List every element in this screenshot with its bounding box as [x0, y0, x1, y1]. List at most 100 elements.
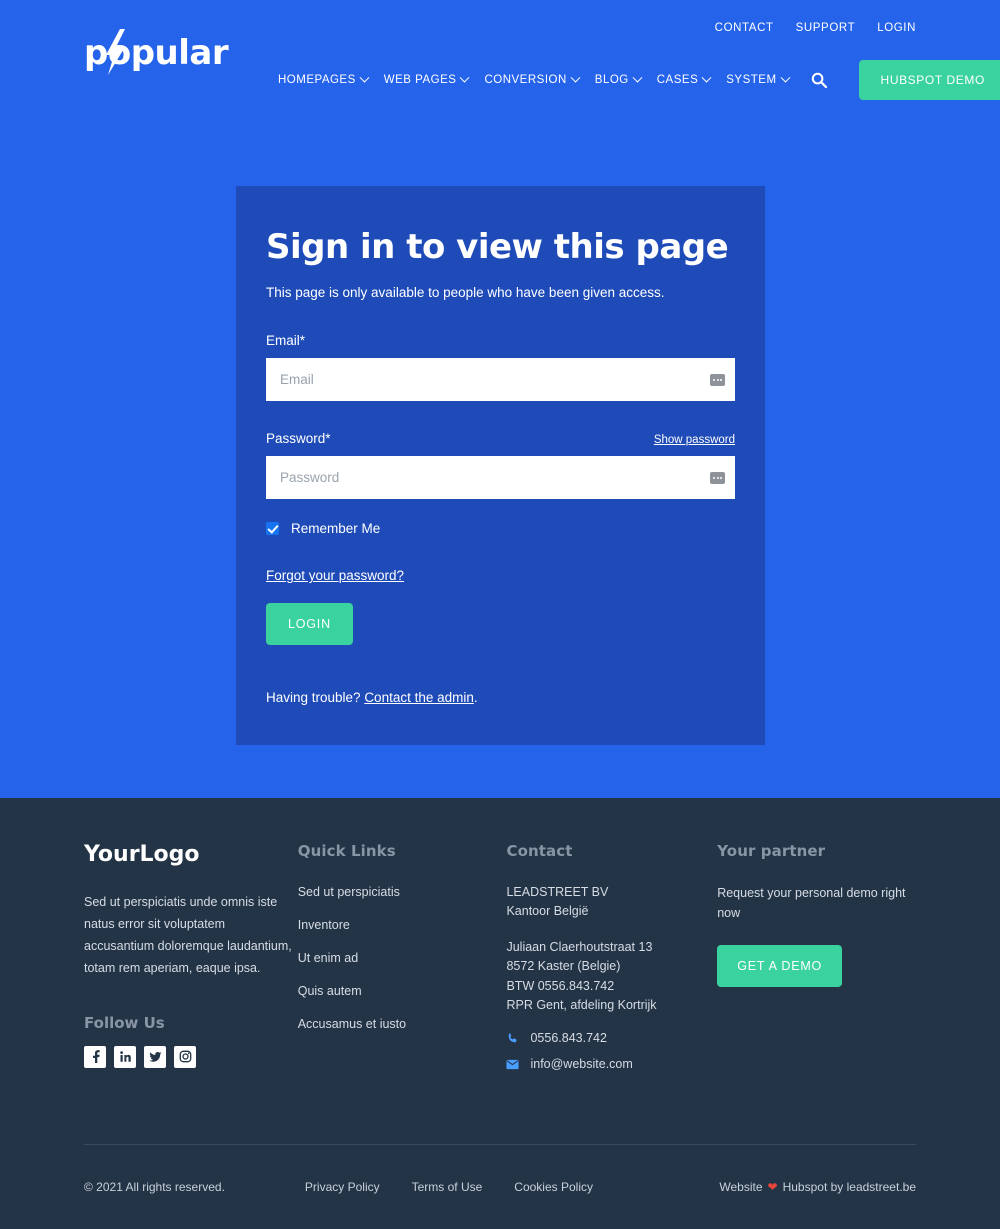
list-item: Accusamus et iusto [298, 1015, 507, 1033]
footer-column-quick-links: Quick Links Sed ut perspiciatis Inventor… [298, 842, 507, 1083]
top-utility-links: CONTACT SUPPORT LOGIN [715, 22, 916, 34]
footer-columns: YourLogo Sed ut perspiciatis unde omnis … [84, 842, 916, 1083]
nav-item-cases[interactable]: CASES [656, 72, 712, 86]
company-block: LEADSTREET BV Kantoor België [506, 883, 717, 922]
footer-logo: YourLogo [84, 842, 200, 867]
phone-number: 0556.843.742 [530, 1031, 607, 1046]
contact-admin-link[interactable]: Contact the admin [364, 690, 474, 705]
footer-column-brand: YourLogo Sed ut perspiciatis unde omnis … [84, 842, 298, 1083]
list-item: Inventore [298, 916, 507, 934]
contact-heading: Contact [506, 842, 573, 860]
nav-item-system[interactable]: SYSTEM [726, 72, 790, 86]
phone-row[interactable]: 0556.843.742 [506, 1031, 717, 1045]
address-line-3: BTW 0556.843.742 [506, 978, 615, 993]
follow-us-heading: Follow Us [84, 1013, 165, 1032]
password-label-row: Password* Show password [266, 431, 735, 446]
list-item: Quis autem [298, 982, 507, 1000]
twitter-icon[interactable] [144, 1045, 166, 1068]
email-icon [506, 1059, 520, 1069]
chevron-down-icon [632, 72, 643, 83]
heart-icon: ❤ [767, 1180, 778, 1194]
credit-suffix: Hubspot by leadstreet.be [782, 1180, 916, 1194]
social-links [84, 1045, 298, 1068]
credit-prefix: Website [719, 1180, 763, 1194]
company-office: Kantoor België [506, 904, 589, 919]
phone-icon [509, 1032, 517, 1043]
email-row[interactable]: info@website.com [506, 1057, 717, 1071]
page-title: Sign in to view this page [266, 227, 729, 267]
facebook-icon[interactable] [84, 1045, 106, 1068]
privacy-policy-link[interactable]: Privacy Policy [305, 1180, 380, 1194]
quick-link-4[interactable]: Accusamus et iusto [298, 1017, 406, 1031]
trouble-suffix: . [473, 690, 478, 706]
terms-of-use-link[interactable]: Terms of Use [412, 1180, 483, 1194]
address-line-4: RPR Gent, afdeling Kortrijk [506, 997, 657, 1012]
nav-item-blog[interactable]: BLOG [594, 72, 643, 86]
nav-item-web-pages[interactable]: WEB PAGES [383, 72, 470, 86]
get-a-demo-button[interactable]: GET A DEMO [717, 945, 843, 987]
instagram-icon[interactable] [174, 1045, 196, 1068]
site-logo[interactable]: popular [84, 29, 229, 75]
footer-description: Sed ut perspiciatis unde omnis iste natu… [84, 895, 292, 975]
password-field-wrapper [266, 456, 735, 500]
chevron-down-icon [780, 72, 790, 83]
address-line-1: Juliaan Claerhoutstraat 13 [506, 939, 653, 954]
list-item: Ut enim ad [298, 949, 507, 967]
login-button[interactable]: LOGIN [266, 603, 353, 646]
lightning-bolt-icon [106, 29, 125, 75]
list-item: Sed ut perspiciatis [298, 883, 507, 901]
quick-link-2[interactable]: Ut enim ad [298, 951, 358, 965]
company-name: LEADSTREET BV [506, 885, 609, 899]
quick-link-3[interactable]: Quis autem [298, 984, 362, 998]
autofill-keyboard-icon[interactable] [710, 471, 725, 484]
password-input[interactable] [266, 456, 735, 500]
nav-label-conversion: CONVERSION [484, 74, 567, 86]
remember-me-label: Remember Me [291, 521, 381, 537]
nav-label-cases: CASES [656, 74, 699, 86]
top-link-login[interactable]: LOGIN [877, 22, 916, 34]
site-footer: YourLogo Sed ut perspiciatis unde omnis … [0, 798, 1000, 1229]
quick-link-1[interactable]: Inventore [298, 918, 350, 932]
search-icon[interactable] [809, 70, 829, 90]
nav-item-conversion[interactable]: CONVERSION [484, 72, 581, 86]
password-label: Password* [266, 431, 331, 447]
email-input[interactable] [266, 358, 735, 402]
site-header: popular CONTACT SUPPORT LOGIN HOMEPAGES … [0, 0, 1000, 110]
nav-label-homepages: HOMEPAGES [278, 74, 356, 86]
show-password-toggle[interactable]: Show password [654, 434, 735, 446]
hero-section: Sign in to view this page This page is o… [0, 110, 1000, 798]
copyright-text: © 2021 All rights reserved. [84, 1180, 225, 1194]
chevron-down-icon [359, 72, 370, 83]
trouble-prefix: Having trouble? [266, 690, 365, 706]
chevron-down-icon [460, 72, 470, 83]
forgot-password-link[interactable]: Forgot your password? [266, 568, 404, 583]
footer-column-contact: Contact LEADSTREET BV Kantoor België Jul… [506, 842, 717, 1083]
autofill-keyboard-icon[interactable] [710, 373, 725, 386]
top-link-contact[interactable]: CONTACT [715, 22, 774, 34]
nav-label-web-pages: WEB PAGES [383, 74, 457, 86]
quick-links-heading: Quick Links [297, 842, 396, 860]
nav-label-system: SYSTEM [726, 74, 777, 86]
partner-text: Request your personal demo right now [717, 886, 906, 920]
nav-item-homepages[interactable]: HOMEPAGES [278, 72, 370, 86]
quick-link-0[interactable]: Sed ut perspiciatis [298, 885, 400, 899]
cookies-policy-link[interactable]: Cookies Policy [514, 1180, 593, 1194]
remember-me-row: Remember Me [266, 521, 735, 536]
email-label: Email* [266, 333, 306, 349]
chevron-down-icon [701, 72, 712, 83]
credit-text: Website ❤ Hubspot by leadstreet.be [719, 1180, 916, 1194]
page-subtitle: This page is only available to people wh… [266, 285, 665, 301]
remember-me-checkbox[interactable] [266, 522, 279, 536]
partner-heading: Your partner [717, 842, 826, 860]
email-address: info@website.com [530, 1057, 633, 1072]
contact-details: LEADSTREET BV Kantoor België Juliaan Cla… [506, 883, 717, 1015]
address-block: Juliaan Claerhoutstraat 13 8572 Kaster (… [506, 938, 717, 1016]
hubspot-demo-button[interactable]: HUBSPOT DEMO [858, 60, 1000, 100]
footer-column-partner: Your partner Request your personal demo … [717, 842, 916, 1083]
footer-bottom-bar: © 2021 All rights reserved. Privacy Poli… [84, 1144, 916, 1229]
nav-label-blog: BLOG [594, 74, 629, 86]
top-link-support[interactable]: SUPPORT [796, 22, 856, 34]
having-trouble-text: Having trouble? Contact the admin. [266, 690, 735, 705]
linkedin-icon[interactable] [114, 1045, 136, 1068]
main-navigation: HOMEPAGES WEB PAGES CONVERSION BLOG CASE… [278, 60, 1000, 100]
